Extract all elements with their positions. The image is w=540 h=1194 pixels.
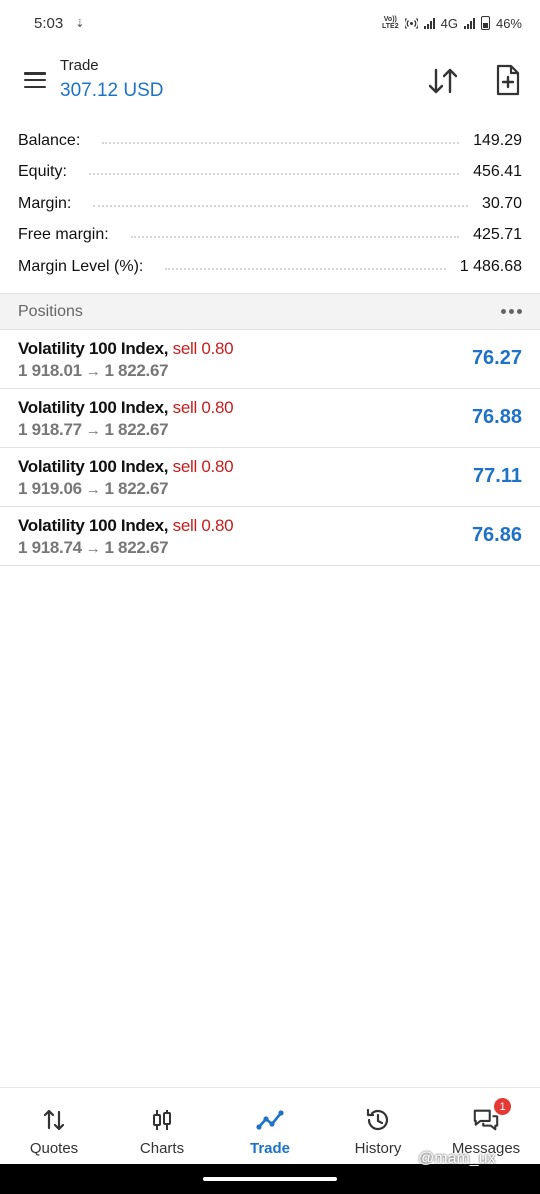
position-side: sell 0.80 (172, 398, 234, 417)
position-prices: 1 919.06 → 1 822.67 (18, 479, 169, 499)
summary-label: Margin: (18, 194, 72, 212)
summary-label: Equity: (18, 163, 67, 181)
open-price: 1 918.77 (18, 420, 82, 439)
home-indicator[interactable] (203, 1177, 337, 1181)
leader-dots (93, 204, 468, 207)
candlestick-icon (148, 1106, 176, 1134)
position-symbol: Volatility 100 Index, (18, 398, 169, 417)
leader-dots (165, 267, 446, 270)
open-price: 1 919.06 (18, 479, 82, 498)
positions-title: Positions (18, 302, 83, 320)
open-price: 1 918.01 (18, 361, 82, 380)
summary-label: Margin Level (%): (18, 257, 144, 275)
history-clock-icon (364, 1106, 392, 1134)
position-row[interactable]: Volatility 100 Index, sell 0.80 1 918.77… (0, 389, 540, 448)
new-order-icon[interactable] (494, 64, 522, 96)
download-icon: ⇣ (75, 17, 85, 30)
status-bar: 5:03 ⇣ Vo)) LTE2 4G 46% (0, 0, 540, 46)
open-price: 1 918.74 (18, 538, 82, 557)
app-header: Trade 307.12 USD (0, 52, 540, 112)
account-summary: Balance: 149.29 Equity: 456.41 Margin: 3… (0, 125, 540, 283)
summary-value: 149.29 (473, 131, 522, 149)
nav-label: Trade (249, 1140, 291, 1157)
status-indicators: Vo)) LTE2 4G 46% (382, 16, 522, 31)
sort-icon[interactable] (426, 66, 460, 96)
summary-row-balance: Balance: 149.29 (0, 125, 540, 157)
summary-label: Balance: (18, 131, 81, 149)
nav-label: History (354, 1140, 402, 1157)
leader-dots (102, 141, 460, 144)
position-symbol: Volatility 100 Index, (18, 516, 169, 535)
nav-history[interactable]: History (324, 1088, 432, 1164)
page-title: Trade (60, 57, 99, 74)
position-title: Volatility 100 Index, sell 0.80 (18, 398, 234, 418)
current-price: 1 822.67 (104, 538, 169, 557)
position-profit: 76.88 (471, 406, 522, 428)
nav-quotes[interactable]: Quotes (0, 1088, 108, 1164)
summary-value: 425.71 (473, 226, 522, 244)
summary-value: 456.41 (473, 163, 522, 181)
watermark: @mam_ux (418, 1150, 496, 1167)
summary-value: 1 486.68 (459, 257, 522, 275)
system-nav-bar (0, 1164, 540, 1194)
position-title: Volatility 100 Index, sell 0.80 (18, 516, 234, 536)
current-price: 1 822.67 (104, 361, 169, 380)
position-prices: 1 918.01 → 1 822.67 (18, 361, 169, 381)
position-prices: 1 918.74 → 1 822.67 (18, 538, 169, 558)
arrow-right-icon: → (85, 481, 101, 498)
position-row[interactable]: Volatility 100 Index, sell 0.80 1 919.06… (0, 448, 540, 507)
signal-icon-2 (463, 17, 475, 29)
nav-label: Quotes (29, 1140, 79, 1157)
position-symbol: Volatility 100 Index, (18, 339, 169, 358)
nav-trade[interactable]: Trade (216, 1088, 324, 1164)
leader-dots (130, 236, 460, 239)
hotspot-icon (404, 17, 418, 29)
trend-line-icon (256, 1106, 284, 1134)
position-profit: 77.11 (473, 465, 522, 487)
current-price: 1 822.67 (104, 479, 169, 498)
position-title: Volatility 100 Index, sell 0.80 (18, 457, 234, 477)
menu-icon[interactable] (24, 72, 46, 88)
summary-label: Free margin: (18, 226, 109, 244)
positions-list: Volatility 100 Index, sell 0.80 1 918.01… (0, 330, 540, 566)
position-side: sell 0.80 (172, 457, 234, 476)
arrow-right-icon: → (85, 540, 101, 557)
more-options-icon[interactable] (501, 309, 522, 314)
battery-icon (480, 16, 490, 30)
position-side: sell 0.80 (172, 516, 234, 535)
summary-value: 30.70 (481, 194, 522, 212)
nav-label: Charts (139, 1140, 185, 1157)
position-profit: 76.27 (471, 347, 522, 369)
network-type: 4G (440, 15, 458, 31)
position-side: sell 0.80 (172, 339, 234, 358)
position-prices: 1 918.77 → 1 822.67 (18, 420, 169, 440)
arrow-right-icon: → (85, 363, 101, 380)
position-profit: 76.86 (471, 524, 522, 546)
summary-row-equity: Equity: 456.41 (0, 157, 540, 189)
arrow-right-icon: → (85, 422, 101, 439)
summary-row-margin: Margin: 30.70 (0, 188, 540, 220)
volte-icon: Vo)) LTE2 (382, 16, 399, 30)
summary-row-margin-level: Margin Level (%): 1 486.68 (0, 251, 540, 283)
quotes-arrows-icon (40, 1106, 68, 1134)
unread-badge: 1 (492, 1096, 513, 1117)
position-row[interactable]: Volatility 100 Index, sell 0.80 1 918.74… (0, 507, 540, 566)
battery-percent: 46% (495, 15, 522, 31)
summary-row-free-margin: Free margin: 425.71 (0, 220, 540, 252)
status-time: 5:03 (34, 14, 64, 32)
leader-dots (88, 173, 460, 176)
positions-header: Positions (0, 293, 540, 330)
signal-icon (423, 17, 435, 29)
current-price: 1 822.67 (104, 420, 169, 439)
position-row[interactable]: Volatility 100 Index, sell 0.80 1 918.01… (0, 330, 540, 389)
position-title: Volatility 100 Index, sell 0.80 (18, 339, 234, 359)
nav-charts[interactable]: Charts (108, 1088, 216, 1164)
account-value: 307.12 USD (60, 80, 164, 101)
position-symbol: Volatility 100 Index, (18, 457, 169, 476)
